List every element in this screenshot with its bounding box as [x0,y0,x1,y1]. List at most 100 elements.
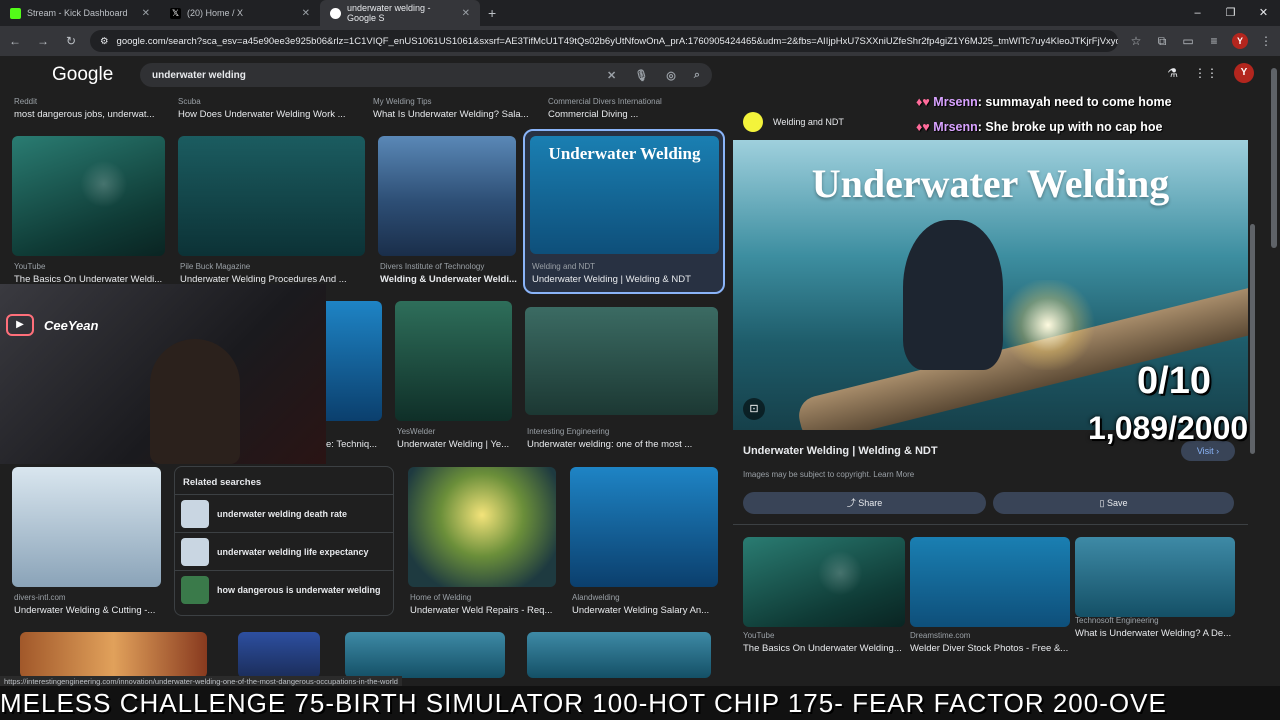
result-image[interactable]: Underwater Welding [530,136,719,254]
related-thumbnail [181,537,209,566]
cast-icon[interactable]: ▭ [1180,34,1196,48]
related-searches-heading: Related searches [183,477,262,488]
lens-icon[interactable]: ◎ [666,69,676,82]
challenge-counter: 0/10 [1137,360,1211,402]
close-icon[interactable]: ✕ [462,8,470,19]
page-scrollbar[interactable] [1270,58,1278,676]
media-icon[interactable]: ≡ [1206,34,1222,48]
result-title[interactable]: Underwater Welding Salary An... [572,605,722,616]
google-icon [330,7,341,19]
result-image[interactable] [525,307,718,415]
google-header: Google underwater welding ✕ 🎙 ◎ ⌕ ⚗ ⋮⋮ Y [0,56,1280,94]
new-tab-button[interactable]: + [480,0,504,26]
related-image[interactable] [910,537,1070,627]
result-source: Home of Welding [410,593,472,602]
image-overlay-title: Underwater Welding [548,144,701,163]
streamer-figure [150,339,240,464]
close-icon[interactable]: ✕ [142,8,150,19]
result-title[interactable]: Welding & Underwater Weldi... [380,274,520,285]
result-source: Interesting Engineering [527,427,610,436]
result-image[interactable] [326,301,382,421]
clear-icon[interactable]: ✕ [607,69,616,82]
search-box[interactable]: underwater welding ✕ 🎙 ◎ ⌕ [140,63,712,87]
account-avatar[interactable]: Y [1234,63,1254,83]
result-image[interactable] [570,467,718,587]
toolbar: ← → ↻ ⚙ google.com/search?sca_esv=a45e90… [0,26,1280,56]
labs-icon[interactable]: ⚗ [1167,66,1178,80]
chat-user: Mrsenn [933,95,978,109]
result-title[interactable]: Underwater Weld Repairs - Req... [410,605,560,616]
result-title[interactable]: Underwater welding: one of the most ... [527,439,717,450]
lens-search-icon[interactable]: ⊡ [743,398,765,420]
restore-icon[interactable]: ❐ [1214,0,1247,26]
result-title[interactable]: Underwater Welding | Ye... [397,439,517,450]
tab-title: Stream - Kick Dashboard [27,8,128,18]
site-info-icon[interactable]: ⚙ [100,36,109,47]
back-icon[interactable]: ← [6,34,24,48]
panel-scrollbar[interactable] [1250,224,1255,454]
visit-label: Visit [1196,446,1214,456]
related-search-item[interactable]: underwater welding death rate [175,494,393,532]
forward-icon[interactable]: → [34,34,52,48]
result-image[interactable] [527,632,711,678]
result-title[interactable]: How Does Underwater Welding Work ... [178,109,358,120]
tab-google[interactable]: underwater welding - Google S ✕ [320,0,480,26]
extensions-icon[interactable]: ⧉ [1154,34,1170,49]
result-image[interactable] [345,632,505,678]
tab-strip: Stream - Kick Dashboard ✕ 𝕏 (20) Home / … [0,0,1280,26]
result-image[interactable] [395,301,512,421]
result-title[interactable]: What Is Underwater Welding? Sala... [373,109,533,120]
related-searches-card: Related searches underwater welding deat… [174,466,394,616]
save-button[interactable]: ▯ Save [993,492,1234,514]
minimize-icon[interactable]: – [1181,0,1214,26]
related-search-item[interactable]: underwater welding life expectancy [175,532,393,570]
result-image[interactable] [238,632,320,678]
result-image[interactable] [12,136,165,256]
search-icon[interactable]: ⌕ [694,69,700,82]
close-icon[interactable]: ✕ [302,8,310,19]
related-image[interactable] [1075,537,1235,617]
scroll-thumb[interactable] [1271,68,1277,248]
menu-icon[interactable]: ⋮ [1258,34,1274,48]
related-image[interactable] [743,537,905,627]
result-source: Scuba [178,97,201,106]
related-title[interactable]: What is Underwater Welding? A De... [1075,628,1235,639]
copyright-note: Images may be subject to copyright. Lear… [743,470,915,479]
search-input[interactable]: underwater welding [152,70,246,81]
result-image[interactable] [378,136,516,256]
play-icon: ▶ [6,314,34,336]
result-image[interactable] [12,467,161,587]
webcam-overlay: ▶ CeeYean [0,284,326,464]
microphone-icon[interactable]: 🎙 [634,69,648,82]
spark-shape [998,280,1098,370]
tab-x[interactable]: 𝕏 (20) Home / X ✕ [160,0,320,26]
apps-grid-icon[interactable]: ⋮⋮ [1194,66,1218,80]
tab-title: underwater welding - Google S [347,3,431,23]
result-title[interactable]: Commercial Diving ... [548,109,718,120]
close-window-icon[interactable]: ✕ [1247,0,1280,26]
bookmark-star-icon[interactable]: ☆ [1128,34,1144,48]
preview-title[interactable]: Underwater Welding | Welding & NDT [743,445,938,457]
reload-icon[interactable]: ↻ [62,34,80,48]
result-title[interactable]: Underwater Welding & Cutting -... [14,605,164,616]
chat-message: ♦♥ Mrsenn: summayah need to come home [916,95,1172,109]
google-logo[interactable]: Google [52,64,113,86]
result-image[interactable] [178,136,365,256]
address-bar[interactable]: ⚙ google.com/search?sca_esv=a45e90ee3e92… [90,30,1118,52]
result-image[interactable] [20,632,207,678]
result-title[interactable]: e: Techniq... [326,439,382,450]
related-title[interactable]: Welder Diver Stock Photos - Free &... [910,643,1070,654]
result-source: Alandwelding [572,593,620,602]
share-label: Share [858,498,883,508]
profile-avatar[interactable]: Y [1232,33,1248,49]
result-title[interactable]: Underwater Welding | Welding & NDT [532,274,717,285]
tab-kick[interactable]: Stream - Kick Dashboard ✕ [0,0,160,26]
save-label: Save [1106,498,1128,508]
streamer-name: CeeYean [44,317,99,333]
result-title[interactable]: most dangerous jobs, underwat... [14,109,164,120]
result-image[interactable] [408,467,556,587]
preview-source[interactable]: Welding and NDT [743,112,844,132]
related-search-item[interactable]: how dangerous is underwater welding [175,570,393,608]
related-title[interactable]: The Basics On Underwater Welding... [743,643,905,654]
share-button[interactable]: ⤴ Share [743,492,986,514]
